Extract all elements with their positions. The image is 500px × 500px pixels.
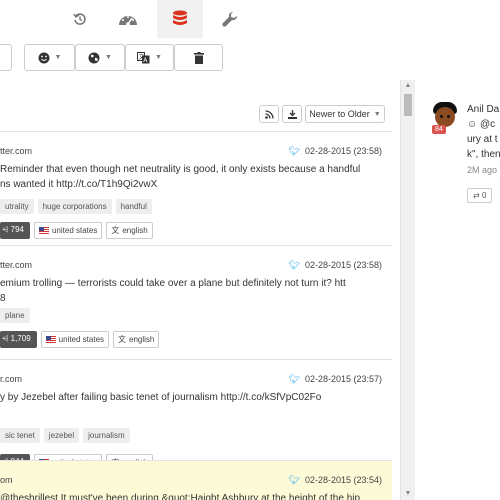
top-nav	[0, 0, 500, 39]
keyword-tag[interactable]: handful	[115, 199, 152, 214]
twitter-bird-icon: 🐦︎	[288, 475, 300, 485]
side-panel: 84 Anil Da ☺ @c ury at t k", then 2M ago…	[415, 80, 500, 500]
tweet-meta: ⩤ 1,709 united states 文 english	[0, 331, 160, 348]
country-badge[interactable]: united states	[33, 222, 103, 239]
keyword-tag[interactable]: jezebel	[43, 428, 80, 443]
tweet-user[interactable]: r.com	[0, 374, 22, 384]
country-label: united states	[58, 335, 105, 344]
reach-count-badge: ⩤ 1,709	[0, 331, 37, 348]
chevron-down-icon: ▼	[54, 54, 62, 61]
download-button[interactable]	[282, 105, 302, 123]
tweet-item[interactable]: tter.com 🐦︎ 02-28-2015 (23:58) Reminder tha…	[0, 131, 392, 246]
tweet-text: @theshrillest It must've been during &qu…	[0, 493, 361, 500]
language-label: english	[129, 335, 155, 344]
sort-order-label: Newer to Older	[309, 109, 370, 119]
rss-button[interactable]	[259, 105, 279, 123]
score-badge: 84	[432, 125, 446, 134]
translate-icon: 文	[118, 335, 127, 344]
reach-count: 1,709	[10, 334, 31, 343]
tweet-date: 🐦︎ 02-28-2015 (23:58)	[289, 146, 383, 157]
tweet-user[interactable]: tter.com	[0, 260, 32, 270]
keyword-tag[interactable]: sic tenet	[0, 428, 40, 443]
retweet-count: 0	[481, 191, 487, 200]
language-filter-button[interactable]: 文A ▼	[125, 44, 174, 71]
tweet-text: emium trolling — terrorists could take o…	[0, 278, 346, 304]
filter-toolbar: ▼ ▼ 文A ▼	[0, 38, 500, 81]
sort-order-select[interactable]: Newer to Older ▼	[305, 105, 385, 123]
keyword-tag[interactable]: huge corporations	[37, 199, 112, 214]
twitter-bird-icon: 🐦︎	[288, 260, 300, 270]
tweet-date: 🐦︎ 02-28-2015 (23:58)	[289, 260, 383, 271]
chevron-down-icon: ▼	[105, 54, 112, 61]
tweet-line: ury at t	[467, 134, 498, 145]
tweet-date-text: 02-28-2015 (23:54)	[304, 475, 382, 485]
tweet-user[interactable]: tter.com	[0, 146, 32, 156]
reach-count-badge: ⩤ 794	[0, 222, 30, 239]
sentiment-filter-button[interactable]: ▼	[24, 44, 75, 71]
language-label: english	[122, 226, 148, 235]
language-badge[interactable]: 文english	[106, 222, 153, 239]
chevron-down-icon: ▼	[373, 110, 381, 118]
tweet-text: Reminder that even though net neutrality…	[0, 164, 361, 190]
tweet-date-text: 02-28-2015 (23:58)	[304, 146, 382, 156]
tag-list: utrality huge corporations handful	[0, 199, 152, 214]
scroll-up-icon[interactable]: ▲	[401, 80, 415, 92]
rss-icon	[264, 109, 274, 119]
translate-icon: 文	[111, 226, 120, 235]
us-flag-icon	[38, 227, 49, 234]
retweet-button[interactable]: ⇄ 0	[467, 188, 493, 203]
tweet-item[interactable]: tter.com 🐦︎ 02-28-2015 (23:58) emium trolli…	[0, 245, 392, 360]
download-icon	[287, 109, 297, 119]
tag-list: sic tenet jezebel journalism	[0, 428, 130, 443]
tweet-line: ☺ @c	[467, 119, 496, 130]
country-badge[interactable]: united states	[40, 331, 110, 348]
history-icon[interactable]	[57, 0, 103, 38]
chevron-down-icon: ▼	[155, 54, 162, 61]
tweet-date-text: 02-28-2015 (23:58)	[304, 260, 382, 270]
location-filter-button[interactable]: ▼	[75, 44, 125, 71]
tag-list: plane	[0, 308, 30, 323]
tweet-item[interactable]: r.com 🐦︎ 02-28-2015 (23:57) y by Jezebel af…	[0, 359, 392, 471]
keyword-tag[interactable]: utrality	[0, 199, 34, 214]
tweet-item[interactable]: om 🐦︎ 02-28-2015 (23:54) @theshrillest It m…	[0, 460, 392, 500]
translate-icon: 文A	[137, 51, 150, 64]
dashboard-icon[interactable]	[105, 0, 151, 38]
tweet-feed: Newer to Older ▼ tter.com 🐦︎ 02-28-2015 (2…	[0, 80, 400, 500]
reach-count: 794	[10, 225, 24, 234]
tweet-date: 🐦︎ 02-28-2015 (23:57)	[289, 374, 383, 385]
tweet-user[interactable]: om	[0, 475, 13, 485]
twitter-bird-icon: 🐦︎	[288, 146, 300, 156]
scroll-down-icon[interactable]: ▼	[401, 488, 415, 500]
tweet-text: y by Jezebel after failing basic tenet o…	[0, 392, 322, 403]
tweet-date: 🐦︎ 02-28-2015 (23:54)	[289, 475, 383, 486]
user-name[interactable]: Anil Da	[467, 104, 499, 115]
feed-header: Newer to Older ▼	[0, 80, 400, 130]
twitter-bird-icon: 🐦︎	[288, 374, 300, 384]
delete-button[interactable]	[174, 44, 223, 71]
language-badge[interactable]: 文english	[113, 331, 160, 348]
trash-icon	[193, 51, 204, 64]
time-ago: 2M ago	[467, 165, 498, 175]
smile-icon	[38, 52, 50, 64]
feed-scrollbar[interactable]: ▲ ▼	[400, 80, 415, 500]
globe-icon	[88, 52, 100, 64]
database-icon[interactable]	[157, 0, 203, 38]
scroll-thumb[interactable]	[404, 94, 412, 116]
retweet-icon: ⇄	[473, 191, 480, 200]
tweet-line: k", then	[467, 149, 500, 160]
us-flag-icon	[45, 336, 56, 343]
filter-input[interactable]	[0, 44, 12, 71]
wifi-icon: ⩤	[2, 334, 11, 343]
tweet-date-text: 02-28-2015 (23:57)	[304, 374, 382, 384]
wifi-icon: ⩤	[2, 225, 11, 234]
keyword-tag[interactable]: journalism	[83, 428, 130, 443]
country-label: united states	[51, 226, 98, 235]
wrench-icon[interactable]	[207, 0, 253, 38]
tweet-meta: ⩤ 794 united states 文 english	[0, 222, 153, 239]
keyword-tag[interactable]: plane	[0, 308, 30, 323]
